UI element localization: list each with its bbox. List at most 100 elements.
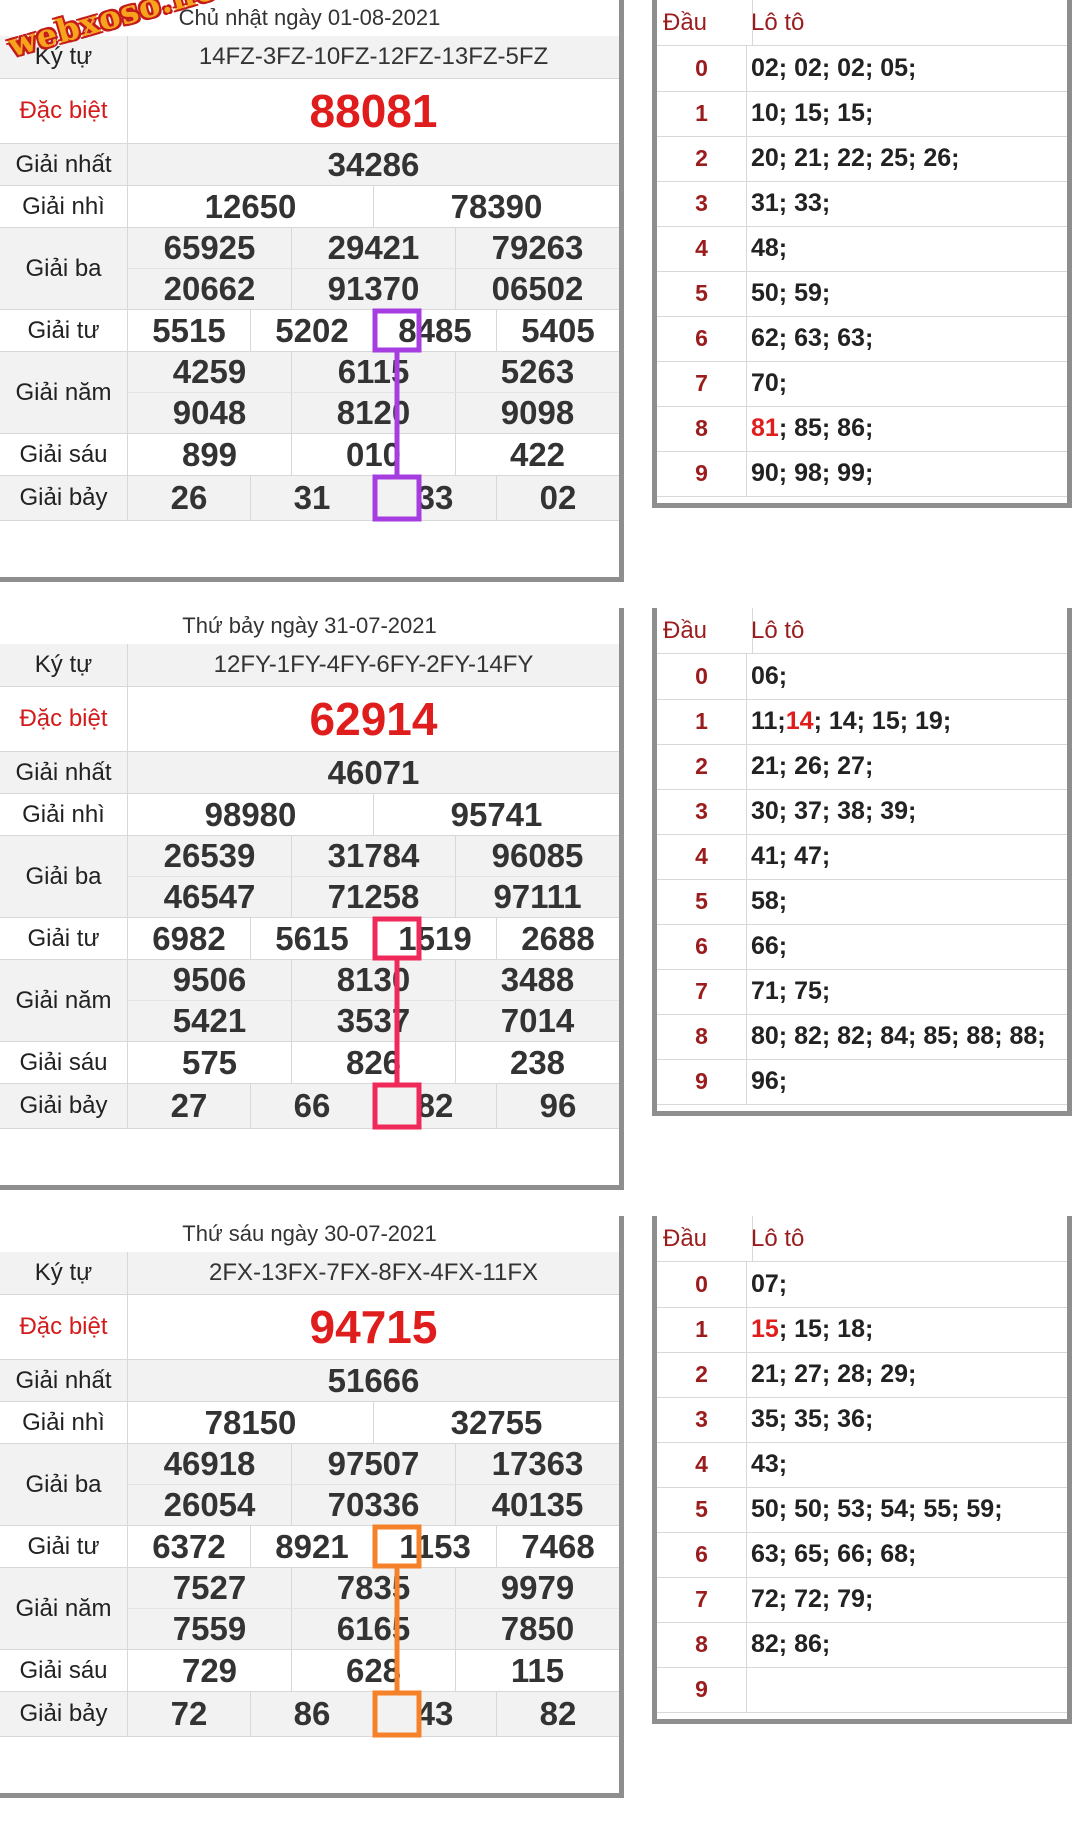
prize-row: Giải bảy 26 31 33 02 [0, 476, 619, 521]
prize-label: Giải nhất [0, 1360, 128, 1401]
prize-number: 27 [170, 1087, 208, 1124]
prize-label: Giải ba [0, 1444, 128, 1525]
prize-label: Giải tư [0, 1526, 128, 1567]
prize-row: Ký tự 14FZ-3FZ-10FZ-12FZ-13FZ-5FZ [0, 36, 619, 79]
loto-head-digit: 3 [657, 1397, 747, 1442]
prize-number: 78390 [373, 186, 619, 227]
loto-row: 8 82; 86; [657, 1622, 1067, 1668]
prize-number: 97111 [455, 877, 619, 917]
symbol-code: 12FY-1FY-4FY-6FY-2FY-14FY [213, 651, 534, 678]
loto-values: 11; 14; 14; 15; 19; [751, 699, 1063, 744]
loto-header-row: Đầu Lô tô [657, 0, 1067, 46]
loto-table: Đầu Lô tô 0 02; 02; 02; 05; 1 10; 15; 15; 2 20;… [652, 0, 1072, 508]
prize-numbers: 575 826 238 [128, 1042, 619, 1083]
loto-row: 7 70; [657, 361, 1067, 407]
loto-row: 9 [657, 1667, 1067, 1713]
prize-subrow: 7559 6165 7850 [128, 1608, 619, 1649]
loto-head-digit: 7 [657, 361, 747, 406]
loto-values-part: ; 14; 15; 19; [813, 707, 952, 735]
prize-subrow: 4259 6115 5263 [128, 352, 619, 392]
prize-number: 2688 [496, 918, 619, 959]
loto-row: 2 21; 26; 27; [657, 744, 1067, 790]
loto-row: 6 66; [657, 924, 1067, 970]
loto-head-digit: 8 [657, 406, 747, 451]
prize-number: 5202 [250, 310, 373, 351]
prize-numbers: 7527 7835 9979 7559 6165 7850 [128, 1568, 619, 1649]
prize-label: Giải nhì [0, 1402, 128, 1443]
prize-label: Giải năm [0, 960, 128, 1041]
loto-row: 2 21; 27; 28; 29; [657, 1352, 1067, 1398]
loto-values: 66; [751, 932, 788, 960]
prize-label: Giải bảy [0, 1692, 128, 1736]
prize-numbers: 94715 [128, 1295, 619, 1359]
loto-values: 50; 50; 53; 54; 55; 59; [751, 1495, 1003, 1523]
prize-number: 26054 [163, 1486, 256, 1523]
prize-number: 7835 [291, 1568, 455, 1608]
loto-values: 50; 59; [751, 279, 831, 307]
loto-values: 35; 35; 36; [751, 1405, 874, 1433]
prize-numbers: 27 66 82 96 [128, 1084, 619, 1128]
prize-number: 40135 [455, 1485, 619, 1525]
loto-row: 4 48; [657, 226, 1067, 272]
prize-numbers: 899 010 422 [128, 434, 619, 475]
prize-label: Giải nhất [0, 144, 128, 185]
prize-number: 31 [250, 476, 373, 520]
loto-values: 71; 75; [751, 977, 831, 1005]
loto-values: 10; 15; 15; [751, 99, 874, 127]
symbol-code: 2FX-13FX-7FX-8FX-4FX-11FX [209, 1259, 538, 1286]
loto-head-digit: 0 [657, 46, 747, 91]
draw-date-header: Thứ sáu ngày 30-07-2021 [182, 1221, 437, 1246]
loto-values: 81; 85; 86; [751, 406, 1063, 451]
loto-values: 06; [751, 662, 788, 690]
loto-values: 63; 65; 66; 68; [751, 1540, 917, 1568]
prize-label: Giải sáu [0, 434, 128, 475]
prize-number: 5405 [496, 310, 619, 351]
prize-number: 8130 [291, 960, 455, 1000]
loto-values: 15; 15; 18; [751, 1307, 1063, 1352]
loto-values-label: Lô tô [751, 8, 805, 36]
prize-row: Giải sáu 899 010 422 [0, 434, 619, 476]
prize-number: 86 [250, 1692, 373, 1736]
prize-number: 6372 [152, 1527, 226, 1565]
loto-values: 82; 86; [751, 1630, 831, 1658]
prize-label: Ký tự [0, 644, 128, 686]
prize-number: 17363 [455, 1444, 619, 1484]
loto-head-digit: 9 [657, 451, 747, 496]
loto-head-digit: 9 [657, 1059, 747, 1104]
prize-number: 5421 [172, 1002, 247, 1039]
prize-numbers: 729 628 115 [128, 1650, 619, 1691]
prize-numbers: 9506 8130 3488 5421 3537 7014 [128, 960, 619, 1041]
prize-number: 02 [496, 476, 619, 520]
prize-subrow: 9048 8120 9098 [128, 392, 619, 433]
loto-head-digit: 6 [657, 316, 747, 361]
prize-number: 29421 [291, 228, 455, 268]
loto-head-digit: 6 [657, 1532, 747, 1577]
loto-row: 7 72; 72; 79; [657, 1577, 1067, 1623]
prize-number: 71258 [291, 877, 455, 917]
prize-number: 32755 [373, 1402, 619, 1443]
loto-values-rest: ; 85; 86; [778, 414, 874, 442]
prize-label: Giải nhì [0, 186, 128, 227]
loto-values: 48; [751, 234, 788, 262]
prize-number: 422 [455, 434, 619, 475]
prize-numbers: 62914 [128, 687, 619, 751]
prize-number: 7850 [455, 1609, 619, 1649]
loto-head-digit: 0 [657, 1262, 747, 1307]
loto-head-label: Đầu [657, 1216, 753, 1261]
loto-row: 5 50; 59; [657, 271, 1067, 317]
prize-row: Ký tự 2FX-13FX-7FX-8FX-4FX-11FX [0, 1252, 619, 1295]
loto-head-digit: 2 [657, 744, 747, 789]
prize-row: Đặc biệt 62914 [0, 687, 619, 752]
loto-head-digit: 6 [657, 924, 747, 969]
prize-numbers: 26539 31784 96085 46547 71258 97111 [128, 836, 619, 917]
prize-numbers: 6372 8921 1153 7468 [128, 1526, 619, 1567]
loto-head-label: Đầu [657, 0, 753, 45]
prize-row: Giải ba 65925 29421 79263 20662 91370 06502 [0, 228, 619, 310]
prize-label: Đặc biệt [0, 1295, 128, 1359]
prize-numbers: 51666 [128, 1360, 619, 1401]
prize-label: Giải nhì [0, 794, 128, 835]
symbol-code: 14FZ-3FZ-10FZ-12FZ-13FZ-5FZ [198, 43, 549, 70]
prize-number: 7559 [172, 1610, 247, 1647]
prize-numbers: 78150 32755 [128, 1402, 619, 1443]
loto-values: 62; 63; 63; [751, 324, 874, 352]
